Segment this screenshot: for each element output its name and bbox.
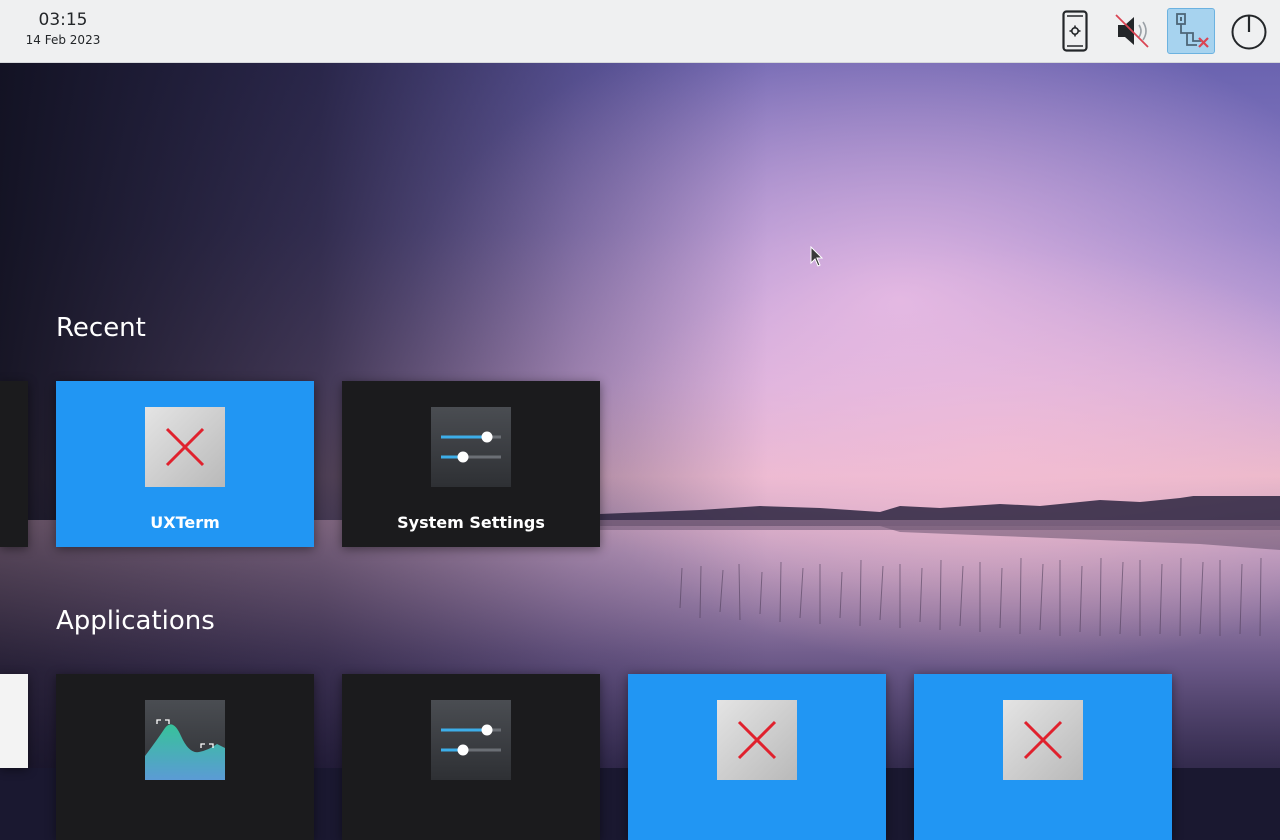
volume-muted-icon (1115, 14, 1149, 48)
settings-sliders-icon (431, 407, 511, 487)
broken-image-icon (717, 700, 797, 780)
phone-settings-button[interactable] (1051, 8, 1099, 54)
applications-tile-partial[interactable] (0, 674, 28, 768)
recent-tile-system-settings[interactable]: System Settings (342, 381, 600, 547)
recent-tile-uxterm[interactable]: UXTerm (56, 381, 314, 547)
system-monitor-icon (145, 700, 225, 780)
network-button[interactable] (1167, 8, 1215, 54)
phone-settings-icon (1062, 10, 1088, 52)
power-icon (1231, 14, 1267, 50)
wallpaper-reeds (679, 557, 1262, 637)
app-tile-system-settings[interactable] (342, 674, 600, 840)
broken-image-icon (145, 407, 225, 487)
recent-section-title: Recent (56, 313, 146, 343)
applications-section-title: Applications (56, 606, 215, 636)
clock-date: 14 Feb 2023 (25, 33, 101, 47)
recent-tile-partial[interactable] (0, 381, 28, 547)
power-button[interactable] (1225, 8, 1273, 54)
top-panel: 03:15 14 Feb 2023 (0, 0, 1280, 63)
network-disconnected-icon (1176, 13, 1209, 48)
clock-time: 03:15 (38, 10, 88, 30)
broken-image-icon (1003, 700, 1083, 780)
settings-sliders-icon (431, 700, 511, 780)
tile-label: System Settings (397, 513, 545, 532)
volume-button[interactable] (1108, 8, 1156, 54)
app-tile-broken-2[interactable] (914, 674, 1172, 840)
app-tile-broken-1[interactable] (628, 674, 886, 840)
clock-widget[interactable]: 03:15 14 Feb 2023 (18, 8, 108, 48)
tile-label: UXTerm (150, 513, 220, 532)
mouse-cursor-icon (810, 246, 824, 267)
app-tile-system-monitor[interactable] (56, 674, 314, 840)
